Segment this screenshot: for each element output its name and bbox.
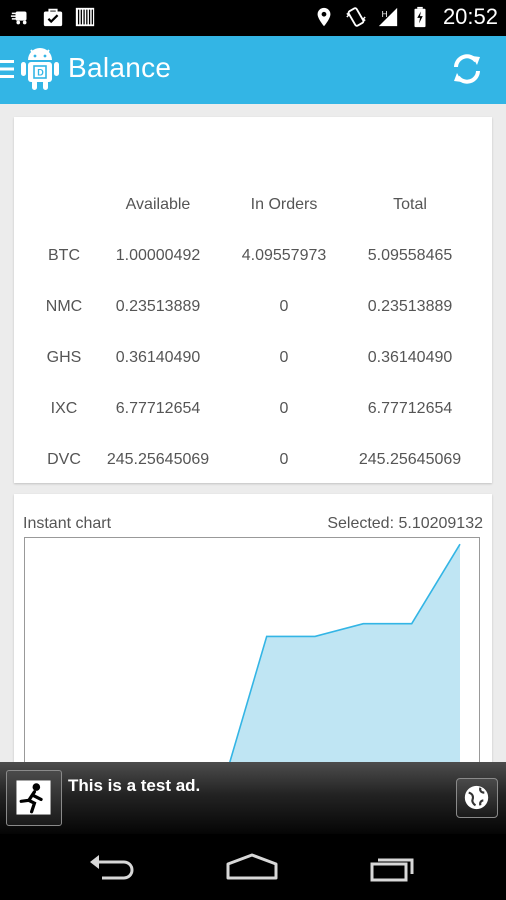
total-cell: 0.23513889 [367, 298, 453, 315]
ad-text[interactable]: This is a test ad. [68, 776, 200, 796]
total-cell: 6.77712654 [367, 400, 453, 417]
in-orders-cell: 0 [279, 400, 289, 417]
chart-card: Instant chart Selected: 5.10209132 [14, 494, 492, 762]
chart-title: Instant chart [23, 515, 112, 532]
battery-charging-icon [414, 6, 426, 28]
available-cell: 1.00000492 [115, 247, 201, 264]
currency-cell: BTC [48, 247, 80, 264]
currency-cell: GHS [46, 349, 82, 366]
running-man-icon [16, 780, 51, 815]
back-button[interactable] [82, 850, 142, 884]
drawer-menu-icon[interactable] [0, 59, 14, 79]
chart-selected-value: Selected: 5.10209132 [327, 515, 483, 532]
in-orders-cell: 4.09557973 [241, 247, 327, 264]
available-cell: 245.25645069 [106, 451, 210, 468]
android-app-icon[interactable]: D [19, 46, 61, 92]
navigation-bar [0, 834, 506, 900]
status-bar: H 20:52 [0, 0, 506, 36]
ad-globe-button[interactable] [456, 778, 498, 818]
svg-text:H: H [382, 10, 388, 19]
clock: 20:52 [442, 4, 498, 29]
table-header-row: Available In Orders Total [14, 190, 492, 220]
available-cell: 0.36140490 [115, 349, 201, 366]
content-area[interactable]: Available In Orders Total BTC 1.00000492… [0, 104, 506, 762]
instant-chart[interactable] [24, 537, 482, 762]
location-icon [317, 7, 331, 27]
available-cell: 0.23513889 [115, 298, 201, 315]
ad-icon[interactable] [6, 770, 62, 826]
shopping-bag-check-icon [43, 8, 63, 27]
table-row: IXC 6.77712654 0 6.77712654 [14, 394, 492, 424]
in-orders-cell: 0 [279, 451, 289, 468]
total-cell: 245.25645069 [358, 451, 462, 468]
in-orders-cell: 0 [279, 298, 289, 315]
total-cell: 5.09558465 [367, 247, 453, 264]
total-cell: 0.36140490 [367, 349, 453, 366]
globe-icon [464, 785, 489, 810]
header-available: Available [125, 196, 191, 213]
signal-h-icon: H [378, 7, 398, 27]
svg-text:D: D [37, 68, 44, 78]
available-cell: 6.77712654 [115, 400, 201, 417]
table-row: NMC 0.23513889 0 0.23513889 [14, 292, 492, 322]
vibrate-icon [346, 7, 366, 27]
currency-cell: DVC [47, 451, 81, 468]
header-total: Total [393, 196, 427, 213]
recents-button[interactable] [364, 850, 424, 884]
in-orders-cell: 0 [279, 349, 289, 366]
ad-banner[interactable]: This is a test ad. [0, 762, 506, 834]
currency-cell: NMC [45, 298, 83, 315]
balance-card: Available In Orders Total BTC 1.00000492… [14, 117, 492, 483]
currency-cell: IXC [50, 400, 78, 417]
table-row: BTC 1.00000492 4.09557973 5.09558465 [14, 241, 492, 271]
table-row: GHS 0.36140490 0 0.36140490 [14, 343, 492, 373]
page-title: Balance [68, 52, 172, 83]
table-row: DVC 245.25645069 0 245.25645069 [14, 445, 492, 475]
refresh-button[interactable] [448, 50, 486, 88]
action-bar: D Balance [0, 36, 506, 104]
header-in-orders: In Orders [250, 196, 318, 213]
barcode-icon [75, 7, 95, 27]
home-button[interactable] [222, 850, 282, 884]
fast-delivery-icon [10, 11, 27, 25]
